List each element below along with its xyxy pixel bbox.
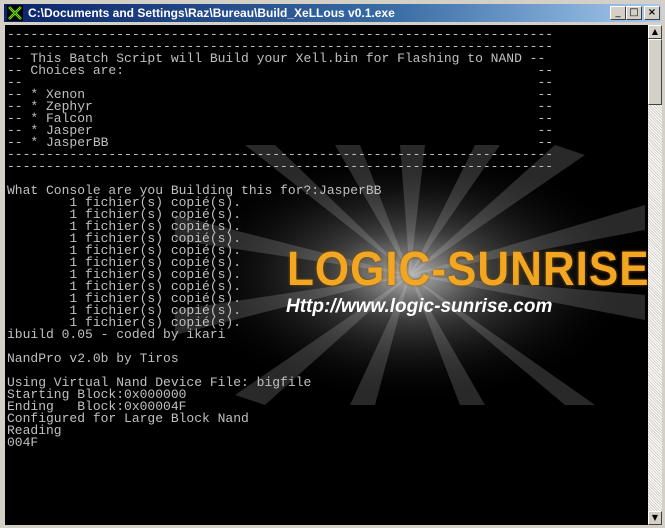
window-title: C:\Documents and Settings\Raz\Bureau\Bui… bbox=[28, 6, 395, 20]
minimize-icon: _ bbox=[615, 7, 621, 18]
close-button[interactable]: × bbox=[644, 6, 660, 20]
console-line: Configured for Large Block Nand bbox=[7, 411, 249, 426]
scroll-up-button[interactable]: ▲ bbox=[648, 25, 662, 39]
close-icon: × bbox=[647, 7, 657, 18]
console-line: ibuild 0.05 - coded by ikari bbox=[7, 327, 226, 342]
title-bar[interactable]: C:\Documents and Settings\Raz\Bureau\Bui… bbox=[4, 4, 661, 22]
console-area[interactable]: LOGIC-SUNRISE Http://www.logic-sunrise.c… bbox=[5, 25, 648, 525]
vertical-scrollbar[interactable]: ▲ ▼ bbox=[648, 25, 662, 525]
maximize-icon: □ bbox=[629, 7, 639, 18]
arrow-down-icon: ▼ bbox=[651, 513, 659, 522]
maximize-button[interactable]: □ bbox=[626, 6, 642, 20]
minimize-button[interactable]: _ bbox=[610, 6, 626, 20]
console-window: C:\Documents and Settings\Raz\Bureau\Bui… bbox=[0, 0, 665, 528]
arrow-up-icon: ▲ bbox=[651, 27, 659, 36]
console-output: ----------------------------------------… bbox=[7, 28, 554, 450]
console-line: 004F bbox=[7, 435, 39, 450]
scroll-down-button[interactable]: ▼ bbox=[648, 511, 662, 525]
console-line: ----------------------------------------… bbox=[7, 159, 554, 174]
console-line: Reading bbox=[7, 423, 62, 438]
scroll-thumb[interactable] bbox=[648, 39, 662, 105]
console-line: NandPro v2.0b by Tiros bbox=[7, 351, 179, 366]
cmd-x-icon bbox=[7, 5, 23, 21]
